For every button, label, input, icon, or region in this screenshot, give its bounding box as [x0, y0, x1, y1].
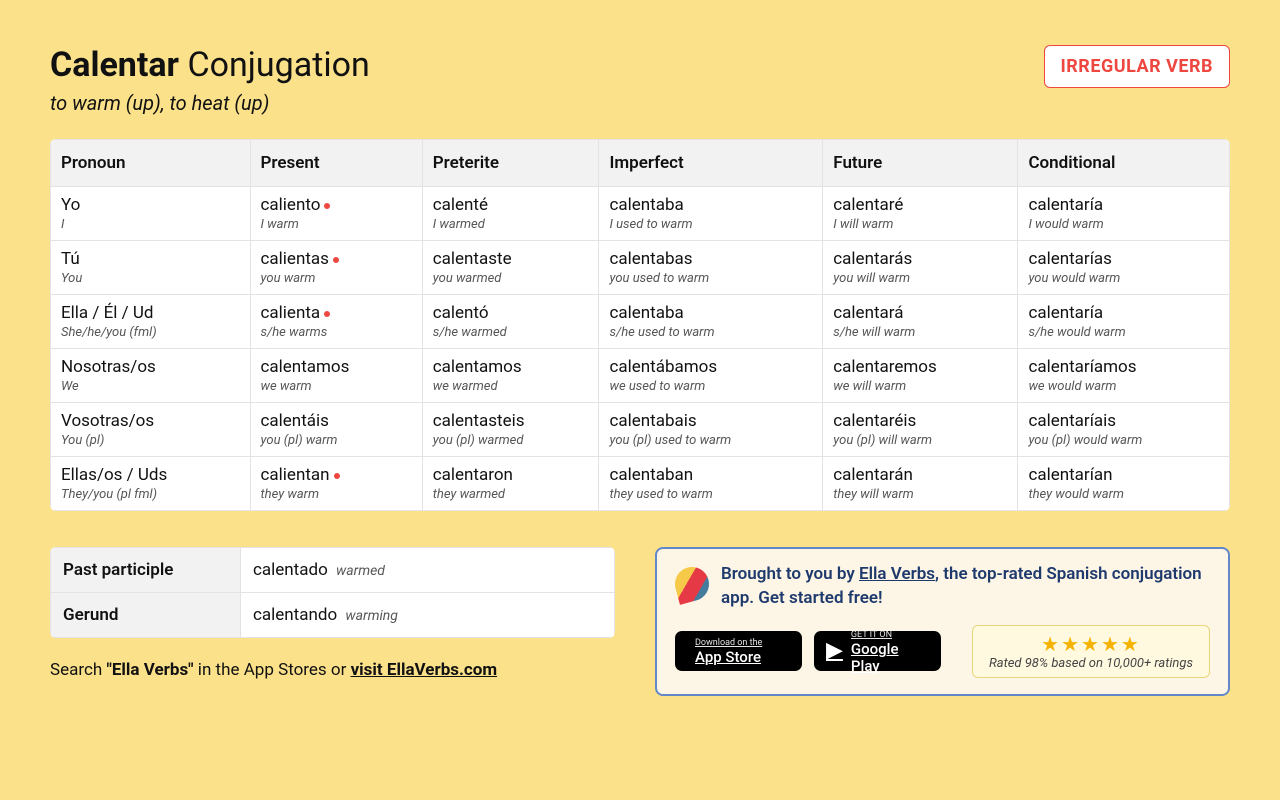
- irregular-badge: IRREGULAR VERB: [1044, 45, 1231, 88]
- rating-box: ★★★★★ Rated 98% based on 10,000+ ratings: [972, 625, 1210, 678]
- column-header: Future: [823, 140, 1018, 187]
- conjugation-cell: calientasyou warm: [250, 241, 422, 295]
- promo-text: Brought to you by Ella Verbs, the top-ra…: [721, 563, 1210, 611]
- table-row: TúYoucalientasyou warmcalentasteyou warm…: [51, 241, 1230, 295]
- verb-name: Calentar: [50, 45, 179, 85]
- app-icon: [671, 563, 713, 605]
- title-block: Calentar Conjugation to warm (up), to he…: [50, 45, 370, 115]
- column-header: Present: [250, 140, 422, 187]
- table-row: Vosotras/osYou (pl)calentáisyou (pl) war…: [51, 403, 1230, 457]
- conjugation-cell: calientoI warm: [250, 187, 422, 241]
- conjugation-cell: calentarías/he would warm: [1018, 295, 1230, 349]
- column-header: Imperfect: [599, 140, 823, 187]
- conjugation-cell: YoI: [51, 187, 251, 241]
- conjugation-cell: calentábamoswe used to warm: [599, 349, 823, 403]
- conjugation-cell: calentamoswe warm: [250, 349, 422, 403]
- conjugation-cell: calentéI warmed: [422, 187, 599, 241]
- conjugation-cell: calientas/he warms: [250, 295, 422, 349]
- conjugation-cell: calentabas/he used to warm: [599, 295, 823, 349]
- table-row: Ella / Él / UdShe/he/you (fml)calientas/…: [51, 295, 1230, 349]
- irregular-dot-icon: [333, 257, 339, 263]
- conjugation-cell: calientanthey warm: [250, 457, 422, 511]
- conjugation-cell: calentaréisyou (pl) will warm: [823, 403, 1018, 457]
- conjugation-cell: calentasteyou warmed: [422, 241, 599, 295]
- conjugation-cell: calentaríaisyou (pl) would warm: [1018, 403, 1230, 457]
- conjugation-table: PronounPresentPreteriteImperfectFutureCo…: [50, 139, 1230, 511]
- conjugation-cell: calentabaI used to warm: [599, 187, 823, 241]
- irregular-dot-icon: [324, 311, 330, 317]
- conjugation-cell: calentarásyou will warm: [823, 241, 1018, 295]
- past-participle-label: Past participle: [51, 548, 241, 593]
- conjugation-cell: calentarás/he will warm: [823, 295, 1018, 349]
- conjugation-cell: calentabasyou used to warm: [599, 241, 823, 295]
- past-participle-value: calentado warmed: [241, 548, 615, 593]
- conjugation-cell: calentós/he warmed: [422, 295, 599, 349]
- conjugation-cell: TúYou: [51, 241, 251, 295]
- participle-table: Past participle calentado warmed Gerund …: [50, 547, 615, 638]
- star-icons: ★★★★★: [989, 632, 1193, 656]
- conjugation-cell: calentabaisyou (pl) used to warm: [599, 403, 823, 457]
- page-title: Calentar Conjugation: [50, 45, 370, 85]
- conjugation-cell: Vosotras/osYou (pl): [51, 403, 251, 457]
- app-store-button[interactable]: Download on the App Store: [675, 631, 802, 671]
- verb-translation: to warm (up), to heat (up): [50, 91, 370, 115]
- conjugation-cell: calentaronthey warmed: [422, 457, 599, 511]
- conjugation-cell: Ellas/os / UdsThey/you (pl fml): [51, 457, 251, 511]
- conjugation-cell: calentaránthey will warm: [823, 457, 1018, 511]
- conjugation-cell: calentaremoswe will warm: [823, 349, 1018, 403]
- play-icon: ▶: [826, 639, 843, 663]
- irregular-dot-icon: [334, 473, 340, 479]
- conjugation-cell: calentamoswe warmed: [422, 349, 599, 403]
- conjugation-cell: calentaríaI would warm: [1018, 187, 1230, 241]
- conjugation-cell: calentaréI will warm: [823, 187, 1018, 241]
- conjugation-cell: calentaríanthey would warm: [1018, 457, 1230, 511]
- conjugation-cell: calentaríamoswe would warm: [1018, 349, 1230, 403]
- irregular-dot-icon: [324, 203, 330, 209]
- column-header: Pronoun: [51, 140, 251, 187]
- rating-text: Rated 98% based on 10,000+ ratings: [989, 656, 1193, 671]
- promo-box: Brought to you by Ella Verbs, the top-ra…: [655, 547, 1230, 696]
- table-row: Nosotras/osWecalentamoswe warmcalentamos…: [51, 349, 1230, 403]
- conjugation-cell: calentabanthey used to warm: [599, 457, 823, 511]
- conjugation-cell: calentaríasyou would warm: [1018, 241, 1230, 295]
- google-play-button[interactable]: ▶ GET IT ON Google Play: [814, 631, 941, 671]
- conjugation-cell: calentasteisyou (pl) warmed: [422, 403, 599, 457]
- gerund-label: Gerund: [51, 593, 241, 638]
- column-header: Conditional: [1018, 140, 1230, 187]
- conjugation-cell: Ella / Él / UdShe/he/you (fml): [51, 295, 251, 349]
- visit-link[interactable]: visit EllaVerbs.com: [351, 660, 498, 680]
- gerund-value: calentando warming: [241, 593, 615, 638]
- table-row: YoIcalientoI warmcalentéI warmedcalentab…: [51, 187, 1230, 241]
- title-suffix: Conjugation: [187, 45, 369, 85]
- table-row: Ellas/os / UdsThey/you (pl fml)calientan…: [51, 457, 1230, 511]
- conjugation-cell: Nosotras/osWe: [51, 349, 251, 403]
- column-header: Preterite: [422, 140, 599, 187]
- ella-verbs-link[interactable]: Ella Verbs: [859, 564, 935, 584]
- search-hint: Search "Ella Verbs" in the App Stores or…: [50, 660, 615, 680]
- conjugation-cell: calentáisyou (pl) warm: [250, 403, 422, 457]
